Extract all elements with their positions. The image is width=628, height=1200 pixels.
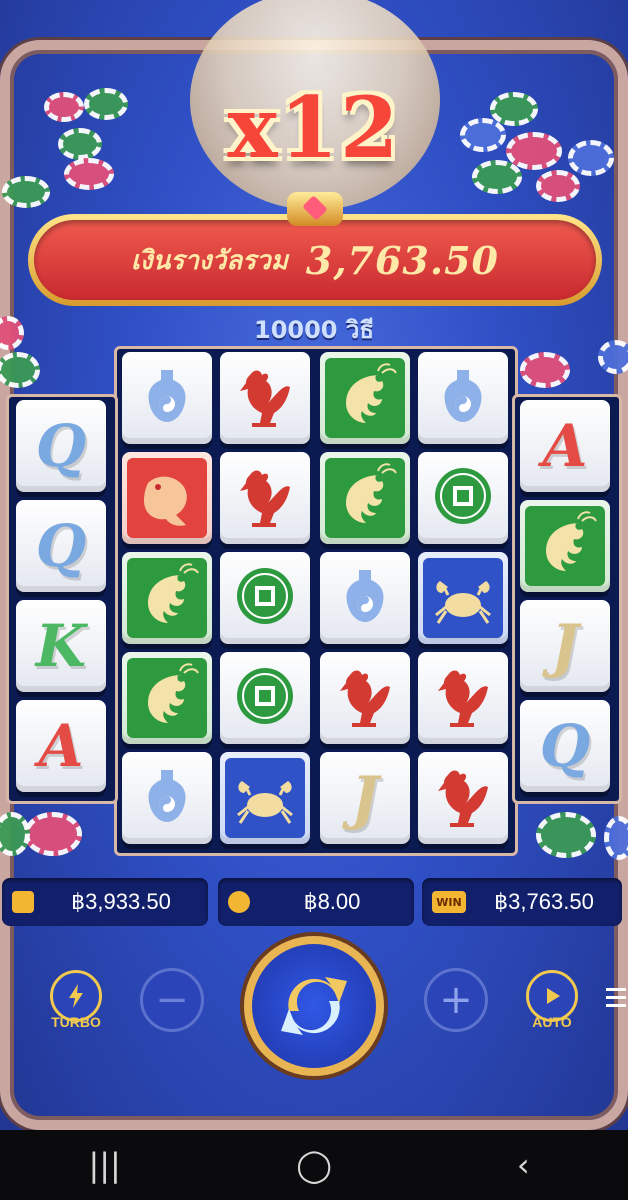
recent-apps-button[interactable]: ||| xyxy=(65,1146,145,1184)
letter-a-icon: A xyxy=(542,412,588,480)
symbol-tile-rooster xyxy=(220,452,310,544)
win-panel: WIN ฿3,763.50 xyxy=(422,878,622,926)
gourd-icon xyxy=(333,564,397,632)
poker-chip-icon xyxy=(2,176,50,208)
crab-icon xyxy=(423,558,503,638)
symbol-tile-shrimp xyxy=(122,652,212,744)
gourd-icon xyxy=(135,764,199,832)
symbol-tile-a: A xyxy=(16,700,106,792)
bet-panel: ฿8.00 xyxy=(218,878,414,926)
win-value: ฿3,763.50 xyxy=(494,889,594,914)
reel-board: QQKAJAJQ xyxy=(4,346,624,856)
rooster-icon xyxy=(330,661,400,735)
koi-icon xyxy=(127,458,207,538)
shrimp-icon xyxy=(325,358,405,438)
wallet-icon xyxy=(12,891,34,913)
letter-a-icon: A xyxy=(38,712,84,780)
turbo-label: TURBO xyxy=(51,1014,101,1030)
symbol-tile-coin xyxy=(220,552,310,644)
symbol-tile-rooster xyxy=(418,752,508,844)
rooster-icon xyxy=(428,761,498,835)
gourd-icon xyxy=(431,364,495,432)
home-button[interactable]: ◯ xyxy=(274,1146,354,1184)
symbol-tile-koi xyxy=(122,452,212,544)
coin-stack-icon xyxy=(228,891,250,913)
back-button[interactable]: ‹ xyxy=(483,1146,563,1184)
rooster-icon xyxy=(230,461,300,535)
shrimp-icon xyxy=(127,658,207,738)
letter-j-icon: J xyxy=(551,612,579,680)
symbol-tile-j: J xyxy=(320,752,410,844)
total-win-value: 3,763.50 xyxy=(305,237,499,283)
symbol-tile-gourd xyxy=(122,352,212,444)
symbol-tile-rooster xyxy=(418,652,508,744)
diamond-gem-icon xyxy=(287,192,343,226)
ways-count: 10000 วิธี xyxy=(254,316,374,344)
symbol-tile-gourd xyxy=(122,752,212,844)
symbol-tile-crab xyxy=(220,752,310,844)
letter-q-icon: Q xyxy=(35,512,87,580)
rooster-icon xyxy=(230,361,300,435)
crab-icon xyxy=(225,758,305,838)
symbol-tile-q: Q xyxy=(16,500,106,592)
gourd-icon xyxy=(135,364,199,432)
balance-value: ฿3,933.50 xyxy=(71,889,171,914)
balance-panel: ฿3,933.50 xyxy=(2,878,208,926)
total-win-banner: เงินรางวัลรวม 3,763.50 xyxy=(28,214,602,306)
letter-j-icon: J xyxy=(351,764,379,832)
symbol-tile-shrimp xyxy=(320,352,410,444)
bet-value: ฿8.00 xyxy=(303,889,361,914)
total-win-label: เงินรางวัลรวม xyxy=(131,245,288,276)
symbol-tile-j: J xyxy=(520,600,610,692)
symbol-tile-coin xyxy=(418,452,508,544)
menu-icon[interactable] xyxy=(604,986,628,1010)
win-multiplier: x12 xyxy=(227,78,401,177)
symbol-tile-k: K xyxy=(16,600,106,692)
increase-bet-button[interactable]: + xyxy=(424,968,488,1032)
symbol-tile-q: Q xyxy=(16,400,106,492)
letter-q-icon: Q xyxy=(35,412,87,480)
symbol-tile-a: A xyxy=(520,400,610,492)
shrimp-icon xyxy=(127,558,207,638)
symbol-tile-crab xyxy=(418,552,508,644)
shrimp-icon xyxy=(325,458,405,538)
letter-k-icon: K xyxy=(35,612,87,680)
symbol-tile-gourd xyxy=(320,552,410,644)
spin-arrows-icon xyxy=(281,977,347,1035)
symbol-tile-coin xyxy=(220,652,310,744)
lightning-icon xyxy=(69,984,83,1008)
symbol-tile-rooster xyxy=(220,352,310,444)
decrease-bet-button[interactable]: − xyxy=(140,968,204,1032)
letter-q-icon: Q xyxy=(539,712,591,780)
symbol-tile-q: Q xyxy=(520,700,610,792)
shrimp-icon xyxy=(525,506,605,586)
coin-icon xyxy=(233,564,297,632)
play-icon xyxy=(547,988,560,1004)
plus-icon: + xyxy=(439,977,473,1023)
spin-button[interactable] xyxy=(244,936,384,1076)
symbol-tile-shrimp xyxy=(320,452,410,544)
minus-icon: − xyxy=(155,977,189,1023)
game-screen: x12 เงินรางวัลรวม 3,763.50 10000 วิธี QQ… xyxy=(0,0,628,1200)
coin-icon xyxy=(233,664,297,732)
auto-label: AUTO xyxy=(532,1014,572,1030)
symbol-tile-shrimp xyxy=(122,552,212,644)
win-icon: WIN xyxy=(432,891,466,913)
symbol-tile-shrimp xyxy=(520,500,610,592)
symbol-tile-rooster xyxy=(320,652,410,744)
rooster-icon xyxy=(428,661,498,735)
android-nav-bar: ||| ◯ ‹ xyxy=(0,1130,628,1200)
coin-icon xyxy=(431,464,495,532)
symbol-tile-gourd xyxy=(418,352,508,444)
